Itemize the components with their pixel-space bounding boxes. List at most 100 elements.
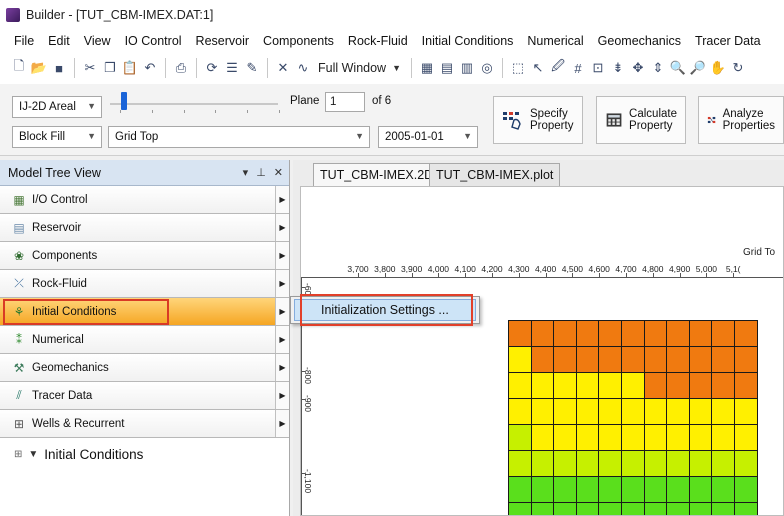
- rotate-icon[interactable]: ⟳: [203, 59, 221, 77]
- zoom-icon[interactable]: 🔍: [669, 59, 687, 77]
- pin-icon[interactable]: ⊥: [256, 166, 266, 179]
- expand-arrow-icon[interactable]: ▶: [275, 410, 289, 437]
- zoom-out-icon[interactable]: 🔎: [689, 59, 707, 77]
- print-icon[interactable]: ⎙: [172, 59, 190, 77]
- settings-circle-icon[interactable]: ◎: [478, 59, 496, 77]
- block-icon[interactable]: ⊡: [589, 59, 607, 77]
- date-select[interactable]: 2005-01-01 ▼: [378, 126, 478, 148]
- tab-plot[interactable]: TUT_CBM-IMEX.plot: [429, 163, 561, 186]
- grid-cell: [734, 502, 758, 515]
- expand-arrow-icon[interactable]: ▶: [275, 298, 289, 325]
- expand-arrow-icon[interactable]: ▶: [275, 186, 289, 213]
- pencil-icon[interactable]: ✎: [243, 59, 261, 77]
- expand-arrow-icon[interactable]: ▶: [275, 214, 289, 241]
- calculate-property-button[interactable]: Calculate Property: [596, 96, 686, 144]
- analyze-properties-button[interactable]: Analyze Properties: [698, 96, 784, 144]
- grid-cell: [711, 398, 735, 425]
- cross-section-icon[interactable]: ✕: [274, 59, 292, 77]
- tree-item-geomechanics[interactable]: ⚒ Geomechanics ▶: [0, 354, 289, 382]
- tree-item-label: Geomechanics: [32, 361, 109, 374]
- paste-icon[interactable]: 📋: [121, 59, 139, 77]
- grid-cell: [530, 502, 555, 515]
- grid-cell: [598, 424, 622, 451]
- new-file-icon[interactable]: 🗋: [10, 58, 28, 77]
- grid-cell: [688, 502, 713, 515]
- menu-geomechanics[interactable]: Geomechanics: [598, 34, 681, 48]
- menu-initial-conditions[interactable]: Initial Conditions: [422, 34, 514, 48]
- grid-cell: [688, 346, 713, 373]
- grid-cell: [598, 450, 622, 477]
- rotate-view-icon[interactable]: ↻: [729, 59, 747, 77]
- undo-icon[interactable]: ↶: [141, 59, 159, 77]
- view-mode-select[interactable]: Full Window: [318, 61, 386, 75]
- display-mode-value: Block Fill: [19, 131, 66, 143]
- tree-root-node[interactable]: ⊞ ▼ Initial Conditions: [0, 442, 289, 466]
- app-icon: [6, 8, 20, 22]
- plot-canvas[interactable]: Grid To 3,700 3,800 3,900 4,000 4,100 4,200 4,…: [300, 186, 784, 516]
- menu-tracer-data[interactable]: Tracer Data: [695, 34, 761, 48]
- tree-view-icon[interactable]: ▤: [438, 59, 456, 77]
- chevron-down-icon[interactable]: ▼: [392, 63, 401, 73]
- tree-item-initial-conditions[interactable]: ⚘ Initial Conditions ▶: [0, 298, 289, 326]
- specify-property-button[interactable]: Specify Property: [493, 96, 583, 144]
- expand-arrow-icon[interactable]: ▶: [275, 326, 289, 353]
- expand-arrow-icon[interactable]: ▶: [275, 242, 289, 269]
- grid-cell: [575, 424, 600, 451]
- x-tick-mark: [733, 273, 735, 277]
- property-select[interactable]: Grid Top ▼: [108, 126, 370, 148]
- tree-item-io-control[interactable]: ▦ I/O Control ▶: [0, 186, 289, 214]
- move-icon[interactable]: ✥: [629, 59, 647, 77]
- grid-cell: [621, 398, 645, 425]
- chevron-down-icon: ▼: [87, 131, 96, 141]
- menu-view[interactable]: View: [84, 34, 111, 48]
- menu-file[interactable]: File: [14, 34, 34, 48]
- grid-cell: [575, 320, 600, 347]
- save-icon[interactable]: ■: [50, 59, 68, 77]
- pointer-icon[interactable]: ↖: [529, 59, 547, 77]
- menu-components[interactable]: Components: [263, 34, 334, 48]
- panel-menu-icon[interactable]: ▾: [243, 166, 249, 179]
- properties-icon[interactable]: ▦: [418, 59, 436, 77]
- cut-icon[interactable]: ✂: [81, 59, 99, 77]
- expand-arrow-icon[interactable]: ▶: [275, 354, 289, 381]
- plane-slider-thumb[interactable]: [121, 92, 127, 110]
- tab-2d-view[interactable]: TUT_CBM-IMEX.2D: [313, 163, 441, 186]
- grid-cell: [598, 502, 622, 515]
- open-folder-icon[interactable]: 📂: [30, 59, 48, 77]
- grid-cell: [575, 346, 600, 373]
- tree-item-numerical[interactable]: ⁑ Numerical ▶: [0, 326, 289, 354]
- plane-slider[interactable]: [110, 103, 278, 105]
- copy-icon[interactable]: ❐: [101, 59, 119, 77]
- close-icon[interactable]: ✕: [274, 166, 283, 179]
- expand-arrow-icon[interactable]: ▶: [275, 382, 289, 409]
- grid-hash-icon[interactable]: #: [569, 59, 587, 77]
- table-icon[interactable]: ▥: [458, 59, 476, 77]
- grid-cell: [711, 502, 735, 515]
- tree-item-rock-fluid[interactable]: ⤫ Rock-Fluid ▶: [0, 270, 289, 298]
- vertical-move-icon[interactable]: ⇕: [649, 59, 667, 77]
- layers-icon[interactable]: ☰: [223, 59, 241, 77]
- tree-item-reservoir[interactable]: ▤ Reservoir ▶: [0, 214, 289, 242]
- select-arrow-icon[interactable]: ⬚: [509, 59, 527, 77]
- tree-item-components[interactable]: ❀ Components ▶: [0, 242, 289, 270]
- title-bar: Builder - [TUT_CBM-IMEX.DAT:1]: [0, 0, 784, 30]
- expand-plus-icon[interactable]: ⊞: [14, 449, 22, 460]
- grid-cell: [666, 346, 690, 373]
- menu-numerical[interactable]: Numerical: [527, 34, 583, 48]
- tree-item-wells-recurrent[interactable]: ⊞ Wells & Recurrent ▶: [0, 410, 289, 438]
- expand-arrow-icon[interactable]: ▶: [275, 270, 289, 297]
- menu-edit[interactable]: Edit: [48, 34, 70, 48]
- plane-input[interactable]: 1: [325, 92, 365, 112]
- menu-io-control[interactable]: IO Control: [125, 34, 182, 48]
- edit-line-icon[interactable]: 🖉: [549, 58, 567, 77]
- y-tick-label: -900: [303, 395, 313, 413]
- well-icon[interactable]: ⇟: [609, 59, 627, 77]
- tree-item-tracer-data[interactable]: ⫽ Tracer Data ▶: [0, 382, 289, 410]
- curve-icon[interactable]: ∿: [294, 59, 312, 77]
- menu-reservoir[interactable]: Reservoir: [196, 34, 250, 48]
- menu-rock-fluid[interactable]: Rock-Fluid: [348, 34, 408, 48]
- main-toolbar: 🗋 📂 ■ ✂ ❐ 📋 ↶ ⎙ ⟳ ☰ ✎ ✕ ∿ Full Window ▼ …: [0, 52, 784, 84]
- display-mode-select[interactable]: Block Fill ▼: [12, 126, 102, 148]
- view-type-select[interactable]: IJ-2D Areal ▼: [12, 96, 102, 118]
- pan-icon[interactable]: ✋: [709, 59, 727, 77]
